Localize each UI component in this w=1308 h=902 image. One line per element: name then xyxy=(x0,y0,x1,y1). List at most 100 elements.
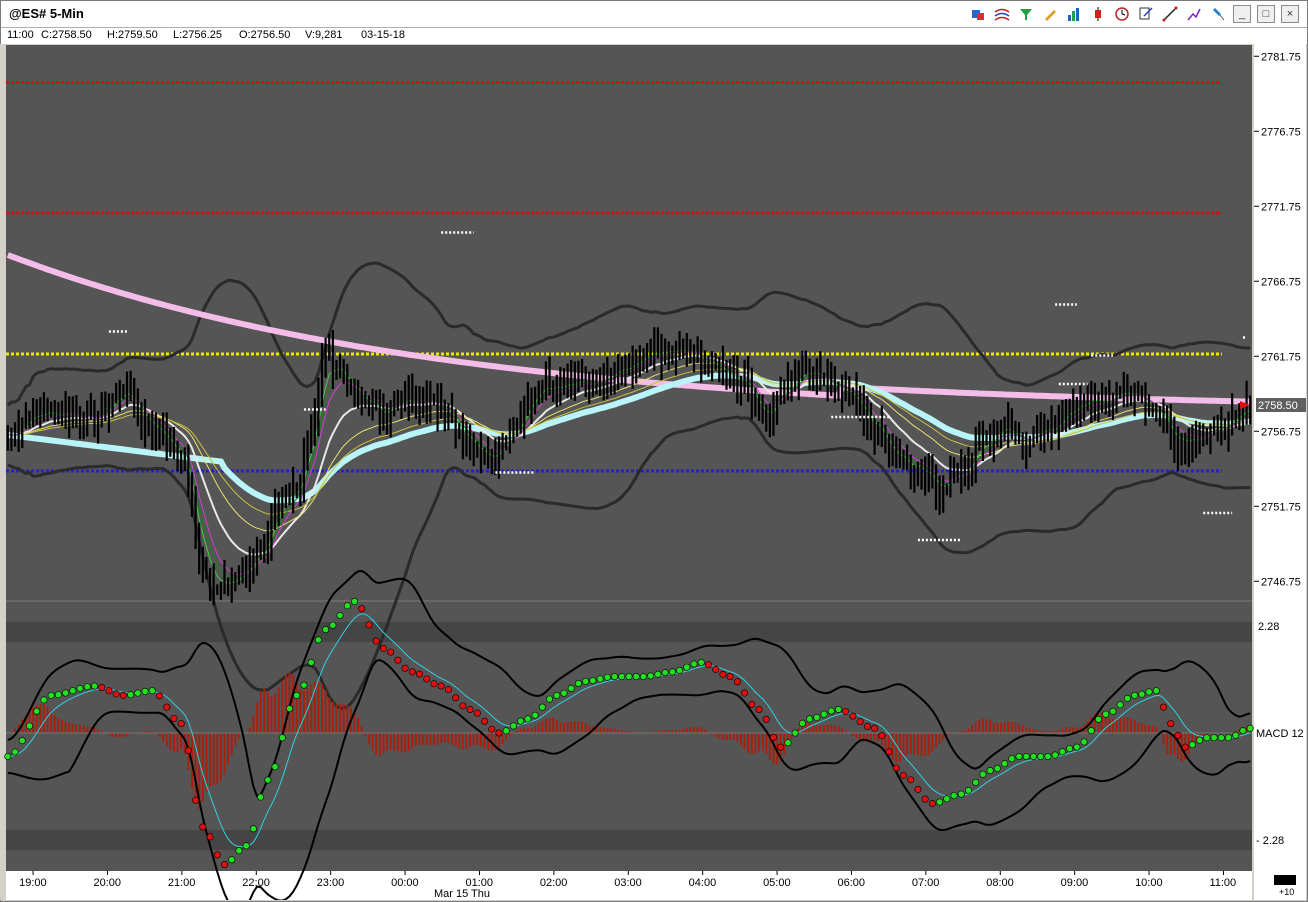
info-volume: V:9,281 xyxy=(305,29,343,41)
macd-dot xyxy=(1196,736,1204,744)
macd-dot xyxy=(155,692,163,700)
clock-icon[interactable] xyxy=(1113,5,1131,23)
scroll-label[interactable]: +10 xyxy=(1279,887,1294,897)
macd-dot xyxy=(47,691,55,699)
macd-dot xyxy=(950,792,958,800)
info-low: L:2756.25 xyxy=(173,29,222,41)
macd-dot xyxy=(538,703,546,711)
macd-dot xyxy=(1008,755,1016,763)
price-axis-label: 2761.75 xyxy=(1261,351,1301,363)
macd-dot xyxy=(1232,731,1240,739)
macd-dot xyxy=(639,673,647,681)
time-axis-label: 11:00 xyxy=(1209,877,1236,889)
macd-dot xyxy=(928,799,936,807)
time-axis-label: 09:00 xyxy=(1061,877,1089,889)
close-button[interactable]: × xyxy=(1281,5,1299,23)
macd-dot xyxy=(654,670,662,678)
chart-title: @ES# 5-Min xyxy=(9,6,84,21)
chart-area[interactable]: 2781.75 2776.75 2771.75 2766.75 2761.75 2756.… xyxy=(0,44,1306,900)
macd-dot xyxy=(899,771,907,779)
macd-dot xyxy=(1058,748,1066,756)
macd-dot xyxy=(603,673,611,681)
insert-indicator-icon[interactable] xyxy=(993,5,1011,23)
macd-dot xyxy=(907,776,915,784)
macd-dot xyxy=(170,714,178,722)
macd-dot xyxy=(683,663,691,671)
macd-dot xyxy=(871,724,879,732)
macd-dot xyxy=(1001,760,1009,768)
pin-icon[interactable] xyxy=(1209,5,1227,23)
macd-dot xyxy=(163,703,171,711)
macd-dot xyxy=(748,700,756,708)
price-axis-label: 2771.75 xyxy=(1261,201,1301,213)
macd-dot xyxy=(1145,688,1153,696)
macd-dot xyxy=(40,696,48,704)
macd-dot xyxy=(733,678,741,686)
macd-dot xyxy=(18,737,26,745)
title-bar: @ES# 5-Min _ □ × xyxy=(1,1,1307,28)
macd-dot xyxy=(76,684,84,692)
price-axis-label: 2776.75 xyxy=(1261,126,1301,138)
minimize-button[interactable]: _ xyxy=(1233,5,1251,23)
macd-dot xyxy=(62,689,70,697)
macd-dot xyxy=(1066,745,1074,753)
macd-dot xyxy=(574,680,582,688)
macd-dot xyxy=(1152,687,1160,695)
macd-dot xyxy=(1051,751,1059,759)
macd-dot xyxy=(863,722,871,730)
macd-dot xyxy=(1044,752,1052,760)
trendline-icon[interactable] xyxy=(1161,5,1179,23)
time-axis-label: 00:00 xyxy=(391,877,419,889)
drawing-pen-icon[interactable] xyxy=(1041,5,1059,23)
macd-dot xyxy=(83,683,91,691)
macd-dot xyxy=(690,660,698,668)
time-axis-label: 05:00 xyxy=(763,877,791,889)
macd-axis-label: 2.28 xyxy=(1258,621,1279,633)
macd-dot xyxy=(719,670,727,678)
macd-dot xyxy=(849,712,857,720)
ohlc-info-bar: 11:00 C:2758.50 H:2759.50 L:2756.25 O:27… xyxy=(1,28,1307,45)
macd-dot xyxy=(1181,743,1189,751)
macd-dot xyxy=(625,673,633,681)
chart-type-bar-icon[interactable] xyxy=(1065,5,1083,23)
time-axis-label: 10:00 xyxy=(1135,877,1163,889)
macd-dot xyxy=(1116,701,1124,709)
macd-dot xyxy=(1037,752,1045,760)
macd-dot xyxy=(784,739,792,747)
macd-dot xyxy=(806,715,814,723)
macd-dot xyxy=(1109,707,1117,715)
macd-dot xyxy=(177,720,185,728)
macd-dot xyxy=(1203,734,1211,742)
time-axis-label: 03:00 xyxy=(614,877,642,889)
macd-dot xyxy=(972,778,980,786)
insert-strategy-icon[interactable] xyxy=(1017,5,1035,23)
price-axis xyxy=(1254,44,1306,900)
macd-dot xyxy=(741,689,749,697)
macd-zone-band xyxy=(6,622,1252,642)
macd-dot xyxy=(336,611,344,619)
macd-dot xyxy=(264,776,272,784)
macd-dot xyxy=(611,673,619,681)
date-label: Mar 15 Thu xyxy=(434,888,490,900)
macd-dot xyxy=(755,705,763,713)
macd-dot xyxy=(1246,724,1254,732)
macd-dot xyxy=(618,673,626,681)
price-axis-label: 2781.75 xyxy=(1261,51,1301,63)
candlestick-icon[interactable] xyxy=(1089,5,1107,23)
format-icon[interactable] xyxy=(1137,5,1155,23)
macd-dot xyxy=(957,790,965,798)
tool-icon[interactable] xyxy=(1185,5,1203,23)
macd-dot xyxy=(54,691,62,699)
macd-dot xyxy=(249,825,257,833)
insert-analysis-icon[interactable] xyxy=(969,5,987,23)
macd-zone-band xyxy=(6,830,1252,850)
maximize-button[interactable]: □ xyxy=(1257,5,1275,23)
info-date: 03-15-18 xyxy=(361,29,406,41)
macd-dot xyxy=(1131,691,1139,699)
macd-dot xyxy=(914,785,922,793)
macd-dot xyxy=(235,847,243,855)
macd-dot xyxy=(1080,738,1088,746)
macd-dot xyxy=(322,626,330,634)
macd-dot xyxy=(647,672,655,680)
macd-dot xyxy=(798,719,806,727)
